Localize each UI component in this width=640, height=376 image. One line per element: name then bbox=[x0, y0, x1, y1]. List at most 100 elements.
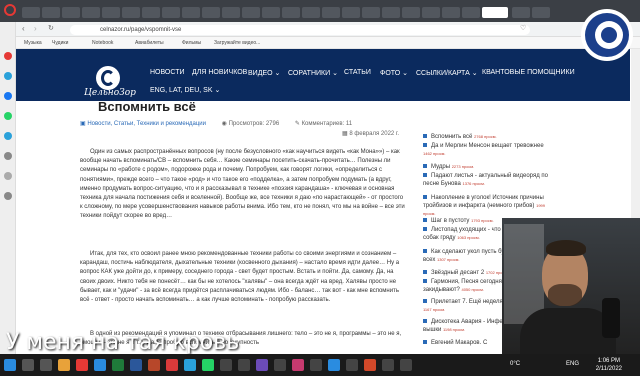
app-icon[interactable] bbox=[274, 359, 286, 371]
edge-icon[interactable] bbox=[94, 359, 106, 371]
browser-tab[interactable] bbox=[142, 7, 160, 18]
history-icon[interactable] bbox=[4, 152, 12, 160]
excel-icon[interactable] bbox=[112, 359, 124, 371]
article-comments[interactable]: Комментариев: 11 bbox=[302, 121, 353, 127]
task-view-icon[interactable] bbox=[40, 359, 52, 371]
bookmark-item[interactable]: Фильмы bbox=[182, 40, 201, 46]
nav-item[interactable]: ДЛЯ НОВИЧКОВ bbox=[192, 69, 247, 76]
app-icon[interactable] bbox=[310, 359, 322, 371]
clock-icon[interactable] bbox=[4, 192, 12, 200]
url-field[interactable]: celnazor.ru/page/vspomnit-vse bbox=[70, 25, 530, 35]
browser-tab[interactable] bbox=[512, 7, 530, 18]
whatsapp-icon[interactable] bbox=[4, 112, 12, 120]
browser-tab[interactable] bbox=[322, 7, 340, 18]
app-icon[interactable] bbox=[364, 359, 376, 371]
messenger-icon[interactable] bbox=[4, 92, 12, 100]
browser-tab[interactable] bbox=[162, 7, 180, 18]
bookmarks-bar: Музыка Чудики Notebook Авиабилеты Фильмы… bbox=[0, 37, 640, 49]
browser-tab[interactable] bbox=[362, 7, 380, 18]
browser-tab[interactable] bbox=[182, 7, 200, 18]
bullet-icon bbox=[423, 340, 427, 345]
word-icon[interactable] bbox=[130, 359, 142, 371]
bookmark-item[interactable]: Notebook bbox=[92, 40, 113, 46]
bullet-icon bbox=[423, 164, 427, 169]
nav-item[interactable]: СТАТЬИ bbox=[344, 69, 371, 76]
browser-tab[interactable] bbox=[222, 7, 240, 18]
article-paragraph: Итак, для тех, кто освоил ранее мною рек… bbox=[80, 251, 400, 304]
browser-tab[interactable] bbox=[102, 7, 120, 18]
browser-tab[interactable] bbox=[422, 7, 440, 18]
list-item[interactable]: Падают листья - актуальный видеоряд по п… bbox=[423, 173, 551, 188]
bookmark-icon[interactable]: ♡ bbox=[520, 24, 526, 32]
bookmark-item[interactable]: Музыка bbox=[24, 40, 42, 46]
site-logo-icon[interactable] bbox=[96, 66, 120, 90]
bookmark-item[interactable]: Загружайте видео... bbox=[214, 40, 260, 46]
app-icon[interactable] bbox=[328, 359, 340, 371]
bullet-icon bbox=[423, 227, 427, 232]
browser-tab[interactable] bbox=[242, 7, 260, 18]
browser-tab[interactable] bbox=[282, 7, 300, 18]
list-item[interactable]: Вспомнить всё 2768 просм. bbox=[423, 133, 551, 141]
browser-tab[interactable] bbox=[382, 7, 400, 18]
heart-icon[interactable] bbox=[4, 172, 12, 180]
bullet-icon bbox=[423, 270, 427, 275]
telegram-icon[interactable] bbox=[4, 132, 12, 140]
app-icon[interactable] bbox=[238, 359, 250, 371]
browser-tab[interactable] bbox=[62, 7, 80, 18]
windows-start-icon[interactable] bbox=[4, 359, 16, 371]
system-clock[interactable]: 1:06 PM 2/11/2022 bbox=[596, 357, 622, 373]
telegram-icon[interactable] bbox=[4, 72, 12, 80]
bookmark-item[interactable]: Чудики bbox=[52, 40, 68, 46]
nav-item[interactable]: ССЫЛКИ/КАРТА ⌄ bbox=[416, 69, 478, 77]
browser-tab[interactable] bbox=[402, 7, 420, 18]
opera-logo-icon[interactable] bbox=[4, 4, 16, 16]
list-item[interactable]: Да и Мерлин Менсон вещает тревожнее 1462… bbox=[423, 143, 551, 158]
powerpoint-icon[interactable] bbox=[148, 359, 160, 371]
browser-tab[interactable] bbox=[42, 7, 60, 18]
browser-tab[interactable] bbox=[122, 7, 140, 18]
browser-tab[interactable] bbox=[262, 7, 280, 18]
forward-icon[interactable]: › bbox=[34, 24, 37, 33]
browser-tab-active[interactable] bbox=[482, 7, 508, 18]
browser-tab[interactable] bbox=[462, 7, 480, 18]
article-category[interactable]: Новости, Статьи, Техники и рекомендации bbox=[87, 121, 206, 127]
bookmark-item[interactable]: Авиабилеты bbox=[135, 40, 164, 46]
browser-tab[interactable] bbox=[22, 7, 40, 18]
chrome-icon[interactable] bbox=[166, 359, 178, 371]
bullet-icon bbox=[423, 173, 427, 178]
list-item[interactable]: Мудры 2273 просм. bbox=[423, 163, 551, 171]
reload-icon[interactable]: ↻ bbox=[48, 24, 54, 32]
bullet-icon bbox=[423, 134, 427, 139]
whatsapp-icon[interactable] bbox=[202, 359, 214, 371]
opera-icon[interactable] bbox=[76, 359, 88, 371]
article-title: Вспомнить всё bbox=[98, 99, 196, 114]
nav-item[interactable]: СОРАТНИКИ ⌄ bbox=[288, 69, 338, 77]
browser-tab[interactable] bbox=[302, 7, 320, 18]
nav-item[interactable]: ФОТО ⌄ bbox=[380, 69, 408, 77]
file-explorer-icon[interactable] bbox=[58, 359, 70, 371]
app-icon[interactable] bbox=[382, 359, 394, 371]
opera-sidebar-icon[interactable] bbox=[4, 52, 12, 60]
nav-item[interactable]: ВИДЕО ⌄ bbox=[248, 69, 280, 77]
app-icon[interactable] bbox=[220, 359, 232, 371]
app-icon[interactable] bbox=[346, 359, 358, 371]
eye-icon: ◉ bbox=[221, 121, 229, 127]
browser-tab[interactable] bbox=[202, 7, 220, 18]
list-item[interactable]: Накопление в уголок! Источник причины тр… bbox=[423, 195, 551, 218]
app-icon[interactable] bbox=[400, 359, 412, 371]
browser-tab[interactable] bbox=[532, 7, 550, 18]
back-icon[interactable]: ‹ bbox=[22, 24, 25, 33]
app-icon[interactable] bbox=[256, 359, 268, 371]
browser-tab[interactable] bbox=[442, 7, 460, 18]
nav-item[interactable]: КВАНТОВЫЕ ПОМОЩНИКИ bbox=[482, 69, 575, 76]
nav-language[interactable]: ENG, LAT, DEU, SK ⌄ bbox=[150, 86, 220, 94]
telegram-icon[interactable] bbox=[184, 359, 196, 371]
browser-tab[interactable] bbox=[82, 7, 100, 18]
nav-item[interactable]: НОВОСТИ bbox=[150, 69, 185, 76]
language-indicator[interactable]: ENG bbox=[566, 361, 579, 367]
bullet-icon bbox=[423, 143, 427, 148]
browser-tab[interactable] bbox=[342, 7, 360, 18]
search-icon[interactable] bbox=[22, 359, 34, 371]
app-icon[interactable] bbox=[292, 359, 304, 371]
weather-temp[interactable]: 0°C bbox=[510, 361, 520, 367]
